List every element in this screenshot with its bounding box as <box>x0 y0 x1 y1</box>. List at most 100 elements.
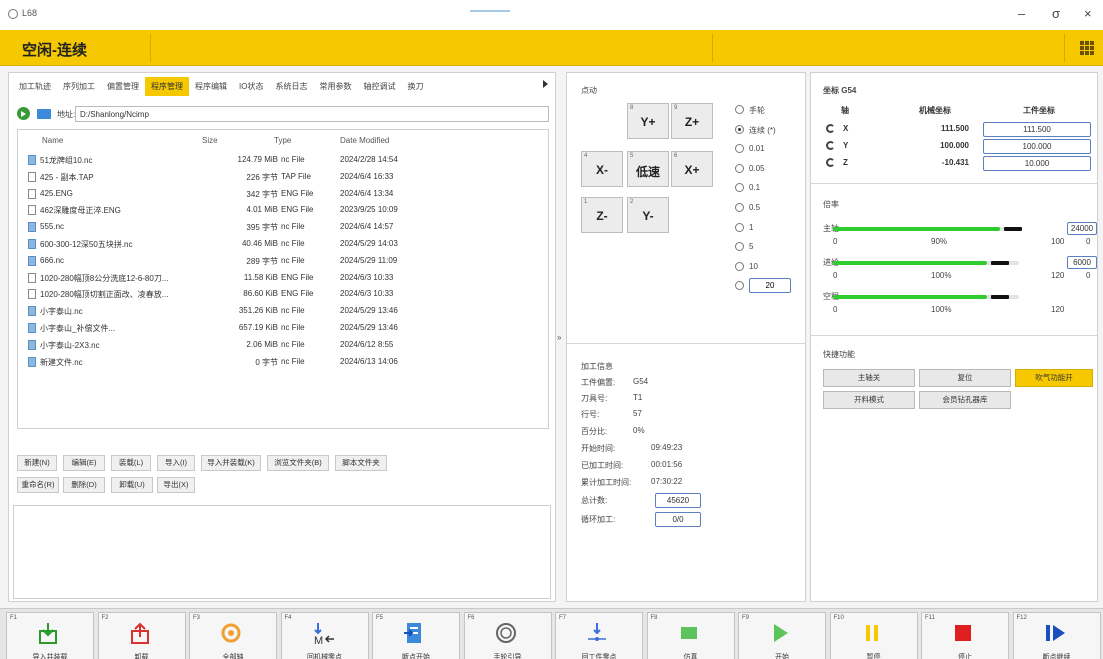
jog-mode-option[interactable]: 手轮 <box>735 103 805 117</box>
tab-2[interactable]: 偏置管理 <box>101 77 145 96</box>
jog-button-Z+[interactable]: 9 Z+ <box>671 103 713 139</box>
work-coord-value[interactable]: 111.500 <box>983 122 1091 137</box>
jog-button-Z-[interactable]: 1 Z- <box>581 197 623 233</box>
file-name: 425.ENG <box>40 188 73 198</box>
total-count-label: 总计数: <box>581 496 608 505</box>
tab-4[interactable]: 程序编辑 <box>189 77 233 96</box>
file-row[interactable]: 462深雕度母正淬.ENG 4.01 MiB ENG File 2023/9/25 1… <box>18 202 548 218</box>
jog-button-Y+[interactable]: 8 Y+ <box>627 103 669 139</box>
file-button-row2-2[interactable]: 卸载(U) <box>111 477 153 493</box>
file-row[interactable]: 425.ENG 342 字节 ENG File 2024/6/4 13:34 <box>18 186 548 202</box>
jog-mode-custom[interactable] <box>735 278 805 294</box>
override-slider-knob[interactable] <box>991 261 1010 265</box>
column-header-type[interactable]: Type <box>274 136 291 145</box>
file-row[interactable]: 425 - 副本.TAP 226 字节 TAP File 2024/6/4 16:33 <box>18 169 548 185</box>
file-button-5[interactable]: 浏览文件夹(B) <box>267 455 329 471</box>
tab-5[interactable]: IO状态 <box>233 77 269 96</box>
override-percent: 100% <box>931 305 952 314</box>
function-key-F12[interactable]: F12 断点继续 <box>1012 612 1101 659</box>
quick-button-2[interactable]: 吹气功能开 <box>1015 369 1093 387</box>
jog-mode-option[interactable]: 连续 (*) <box>735 123 805 137</box>
file-row[interactable]: 1020-280幅顶切割正面改、凌春放... 86.60 KiB ENG File 2… <box>18 286 548 302</box>
file-row[interactable]: 1020-280幅顶8公分洗底12-6-80刀... 11.58 KiB ENG F… <box>18 270 548 286</box>
go-icon[interactable] <box>17 107 30 120</box>
jog-button-X+[interactable]: 6 X+ <box>671 151 713 187</box>
file-row[interactable]: 新建文件.nc 0 字节 nc File 2024/6/13 14:06 <box>18 354 548 370</box>
function-key-F5[interactable]: F5 断点开始 <box>372 612 460 659</box>
folder-icon[interactable] <box>37 109 51 119</box>
function-key-F1[interactable]: F1 导入并装载 <box>6 612 94 659</box>
file-button-2[interactable]: 装载(L) <box>111 455 151 471</box>
file-row[interactable]: 666.nc 289 字节 nc File 2024/5/29 11:09 <box>18 253 548 269</box>
function-key-F8[interactable]: F8 仿真 <box>646 612 735 659</box>
file-type: ENG File <box>281 272 314 282</box>
jog-mode-option[interactable]: 0.05 <box>735 162 805 176</box>
function-key-F7[interactable]: F7 回工件零点 <box>555 612 643 659</box>
close-button[interactable]: × <box>1084 6 1092 21</box>
file-button-0[interactable]: 新建(N) <box>17 455 57 471</box>
file-button-6[interactable]: 脚本文件夹 <box>335 455 387 471</box>
tab-7[interactable]: 常用参数 <box>313 77 357 96</box>
file-row[interactable]: 小字泰山_补偿文件... 657.19 KiB nc File 2024/5/29 1… <box>18 320 548 336</box>
tab-6[interactable]: 系统日志 <box>269 77 313 96</box>
file-row[interactable]: 小字泰山-2X3.nc 2.06 MiB nc File 2024/6/12 8:55 <box>18 337 548 353</box>
jog-mode-option[interactable]: 10 <box>735 260 805 274</box>
function-key-F10[interactable]: F10 暂停 <box>829 612 918 659</box>
file-row[interactable]: 小字泰山.nc 351.26 KiB nc File 2024/5/29 13:46 <box>18 303 548 319</box>
quick-button-3[interactable]: 开料模式 <box>823 391 915 409</box>
address-input[interactable] <box>75 106 549 122</box>
file-button-row2-0[interactable]: 重命名(R) <box>17 477 59 493</box>
override-slider-knob[interactable] <box>991 295 1010 299</box>
jog-mode-option[interactable]: 0.01 <box>735 142 805 156</box>
tab-1[interactable]: 序列加工 <box>57 77 101 96</box>
column-header-date[interactable]: Date Modified <box>340 136 389 145</box>
file-button-row2-1[interactable]: 删除(D) <box>63 477 105 493</box>
total-count-value[interactable]: 45620 <box>655 493 701 508</box>
override-speed-value[interactable]: 24000 <box>1067 222 1097 235</box>
jog-button-Y-[interactable]: 2 Y- <box>627 197 669 233</box>
menu-grid-icon[interactable] <box>1080 41 1094 55</box>
function-key-F2[interactable]: F2 卸载 <box>97 612 186 659</box>
file-button-1[interactable]: 编辑(E) <box>63 455 105 471</box>
function-key-F3[interactable]: F3 全部轴 <box>189 612 277 659</box>
maximize-button[interactable]: σ <box>1052 6 1060 21</box>
jog-button-X-[interactable]: 4 X- <box>581 151 623 187</box>
file-button-4[interactable]: 导入并装载(K) <box>201 455 261 471</box>
file-button-3[interactable]: 导入(I) <box>157 455 195 471</box>
file-button-row2-3[interactable]: 导出(X) <box>157 477 195 493</box>
tab-9[interactable]: 换刀 <box>401 77 429 96</box>
minimize-button[interactable]: – <box>1018 6 1025 21</box>
quick-button-0[interactable]: 主轴关 <box>823 369 915 387</box>
jog-mode-option[interactable]: 1 <box>735 221 805 235</box>
quick-button-4[interactable]: 会员钻孔器库 <box>919 391 1011 409</box>
column-header-name[interactable]: Name <box>42 136 63 145</box>
loop-value[interactable]: 0/0 <box>655 512 701 527</box>
file-row[interactable]: 51龙牌组10.nc 124.79 MiB nc File 2024/2/28 14:… <box>18 152 548 168</box>
function-key-F6[interactable]: F6 手轮引导 <box>463 612 552 659</box>
quick-button-1[interactable]: 复位 <box>919 369 1011 387</box>
jog-mode-option[interactable]: 0.5 <box>735 201 805 215</box>
tab-3[interactable]: 程序管理 <box>145 77 189 96</box>
function-key-F4[interactable]: F4 M 回机械零点 <box>280 612 369 659</box>
file-size: 40.46 MiB <box>241 239 278 248</box>
override-slider[interactable] <box>833 227 1019 231</box>
function-key-F9[interactable]: F9 开始 <box>738 612 826 659</box>
column-header-size[interactable]: Size <box>202 136 218 145</box>
work-coord-value[interactable]: 10.000 <box>983 156 1091 171</box>
file-date: 2024/5/29 11:09 <box>340 255 398 265</box>
jog-button-低速[interactable]: 5 低速 <box>627 151 669 187</box>
tab-0[interactable]: 加工轨迹 <box>13 77 57 96</box>
file-row[interactable]: 600-300-12深50五块拼.nc 40.46 MiB nc File 2024/… <box>18 236 548 252</box>
file-row[interactable]: 555.nc 395 字节 nc File 2024/6/4 14:57 <box>18 219 548 235</box>
override-speed-value[interactable]: 6000 <box>1067 256 1097 269</box>
collapse-panel-icon[interactable]: » <box>557 333 565 347</box>
jog-mode-option[interactable]: 0.1 <box>735 181 805 195</box>
tab-8[interactable]: 轴控调试 <box>357 77 401 96</box>
override-slider-knob[interactable] <box>1004 227 1023 231</box>
custom-step-input[interactable] <box>749 278 791 294</box>
jog-mode-option[interactable]: 5 <box>735 240 805 254</box>
tab-scroll-right-icon[interactable] <box>543 80 548 88</box>
status-separator <box>712 34 713 62</box>
function-key-F11[interactable]: F11 停止 <box>921 612 1009 659</box>
work-coord-value[interactable]: 100.000 <box>983 139 1091 154</box>
